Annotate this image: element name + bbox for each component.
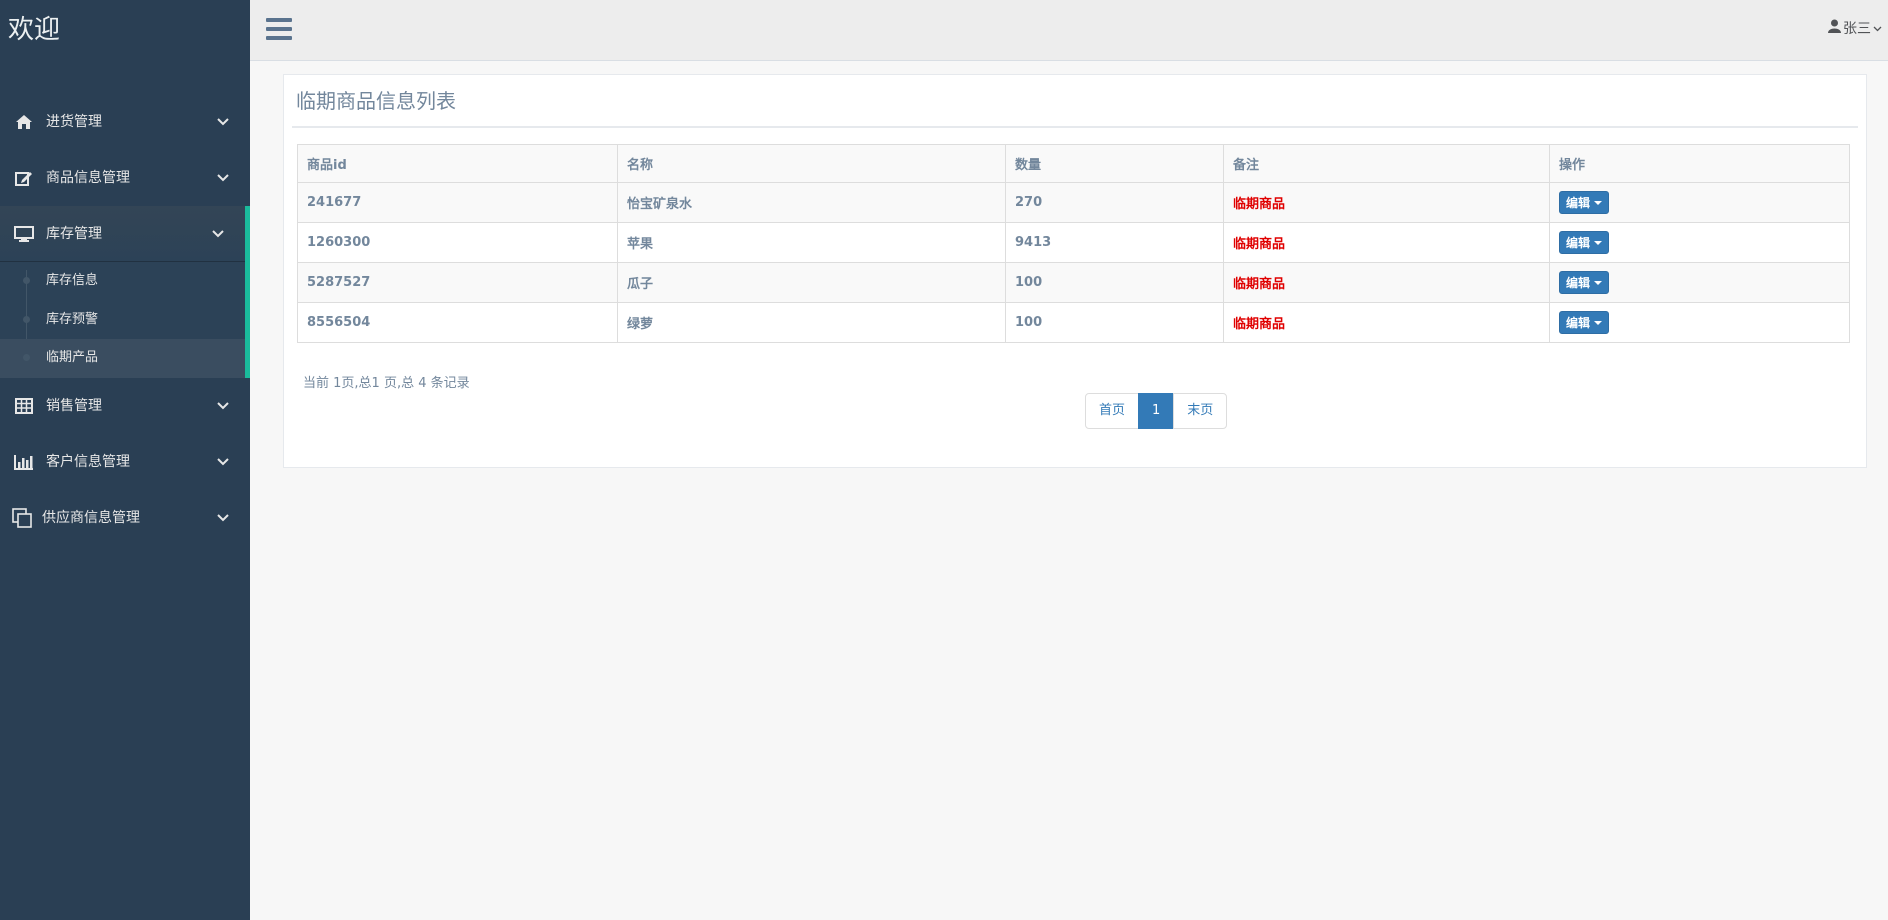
cell-id: 1260300 — [297, 222, 618, 263]
cell-note: 临期商品 — [1223, 182, 1550, 223]
sidebar-item-label: 商品信息管理 — [46, 170, 130, 186]
caret-down-icon — [1594, 280, 1603, 285]
bar-chart-icon — [12, 434, 36, 490]
edit-dropdown-button[interactable]: 编辑 — [1559, 191, 1610, 214]
submenu-item-inventory-info[interactable]: 库存信息 — [0, 262, 245, 301]
column-header-quantity: 数量 — [1005, 144, 1224, 183]
cell-quantity: 270 — [1005, 182, 1224, 223]
chevron-down-icon — [216, 94, 230, 150]
menu-toggle-icon[interactable] — [266, 16, 292, 42]
chevron-down-icon — [211, 206, 225, 262]
table-header-row: 商品id 名称 数量 备注 操作 — [297, 144, 1850, 183]
cell-action: 编辑 — [1549, 302, 1850, 343]
bullet-dot-icon — [23, 354, 30, 362]
table-row: 5287527 瓜子 100 临期商品 编辑 — [297, 262, 1850, 303]
edit-dropdown-button[interactable]: 编辑 — [1559, 231, 1610, 254]
bullet-dot-icon — [23, 277, 30, 284]
sidebar: 欢迎 进货管理 商品信息管理 库存管理 库存信息 库存预警 临期产品 销售管理 … — [0, 0, 250, 920]
page-title: 临期商品信息列表 — [296, 89, 456, 113]
chevron-down-icon — [216, 434, 230, 490]
submenu-item-inventory-warning[interactable]: 库存预警 — [0, 301, 245, 340]
user-icon — [1828, 19, 1841, 37]
sidebar-menu: 进货管理 商品信息管理 库存管理 库存信息 库存预警 临期产品 销售管理 客户信… — [0, 94, 250, 546]
sidebar-item-suppliers[interactable]: 供应商信息管理 — [0, 490, 250, 546]
table-row: 241677 怡宝矿泉水 270 临期商品 编辑 — [297, 182, 1850, 223]
column-header-name: 名称 — [617, 144, 1006, 183]
sidebar-item-sales[interactable]: 销售管理 — [0, 378, 250, 434]
edit-dropdown-button[interactable]: 编辑 — [1559, 271, 1610, 294]
column-header-id: 商品id — [297, 144, 618, 183]
cell-id: 5287527 — [297, 262, 618, 303]
edit-button-label: 编辑 — [1566, 196, 1591, 210]
sidebar-item-label: 客户信息管理 — [46, 454, 130, 470]
edit-button-label: 编辑 — [1566, 236, 1591, 250]
cell-note: 临期商品 — [1223, 302, 1550, 343]
edit-icon — [12, 150, 36, 206]
caret-down-icon — [1594, 240, 1603, 245]
cell-action: 编辑 — [1549, 182, 1850, 223]
brand-title: 欢迎 — [8, 15, 61, 45]
table-row: 8556504 绿萝 100 临期商品 编辑 — [297, 302, 1850, 343]
title-divider — [292, 126, 1858, 128]
sidebar-item-label: 销售管理 — [46, 398, 102, 414]
chevron-down-icon — [1873, 20, 1882, 36]
cell-name: 绿萝 — [617, 302, 1006, 343]
column-header-note: 备注 — [1223, 144, 1550, 183]
submenu-item-label: 库存预警 — [46, 311, 99, 327]
sidebar-item-purchase[interactable]: 进货管理 — [0, 94, 250, 150]
edit-dropdown-button[interactable]: 编辑 — [1559, 311, 1610, 334]
clone-icon — [10, 490, 34, 546]
sidebar-item-product-info[interactable]: 商品信息管理 — [0, 150, 250, 206]
table-icon — [12, 378, 36, 434]
cell-name: 怡宝矿泉水 — [617, 182, 1006, 223]
cell-quantity: 9413 — [1005, 222, 1224, 263]
submenu-item-expiring-products[interactable]: 临期产品 — [0, 339, 245, 378]
table-row: 1260300 苹果 9413 临期商品 编辑 — [297, 222, 1850, 263]
sidebar-item-customers[interactable]: 客户信息管理 — [0, 434, 250, 490]
caret-down-icon — [1594, 200, 1603, 205]
page-1-button[interactable]: 1 — [1138, 393, 1175, 429]
cell-note: 临期商品 — [1223, 262, 1550, 303]
pagination-info: 当前 1页,总1 页,总 4 条记录 — [303, 376, 470, 391]
edit-button-label: 编辑 — [1566, 276, 1591, 290]
inventory-submenu: 库存信息 库存预警 临期产品 — [0, 262, 250, 378]
submenu-item-label: 临期产品 — [46, 350, 99, 366]
caret-down-icon — [1594, 320, 1603, 325]
content-panel: 临期商品信息列表 商品id 名称 数量 备注 操作 241677 怡宝矿泉水 2… — [283, 74, 1867, 468]
cell-quantity: 100 — [1005, 302, 1224, 343]
cell-name: 苹果 — [617, 222, 1006, 263]
sidebar-item-label: 供应商信息管理 — [42, 510, 140, 526]
edit-button-label: 编辑 — [1566, 316, 1591, 330]
top-navbar: 张三 — [250, 0, 1888, 61]
cell-action: 编辑 — [1549, 262, 1850, 303]
chevron-down-icon — [216, 378, 230, 434]
chevron-down-icon — [216, 150, 230, 206]
home-icon — [12, 94, 36, 150]
pagination: 首页 1 末页 — [1085, 393, 1228, 429]
chevron-down-icon — [216, 490, 230, 546]
column-header-action: 操作 — [1549, 144, 1850, 183]
bullet-dot-icon — [23, 315, 30, 323]
sidebar-item-label: 进货管理 — [46, 114, 102, 130]
expiring-products-table: 商品id 名称 数量 备注 操作 241677 怡宝矿泉水 270 临期商品 编… — [297, 144, 1850, 343]
last-page-button[interactable]: 末页 — [1173, 393, 1228, 429]
submenu-item-label: 库存信息 — [46, 273, 99, 288]
sidebar-item-inventory[interactable]: 库存管理 — [0, 206, 250, 262]
desktop-icon — [12, 206, 36, 262]
user-menu[interactable]: 张三 — [1828, 18, 1882, 38]
cell-note: 临期商品 — [1223, 222, 1550, 263]
sidebar-item-label: 库存管理 — [46, 226, 102, 242]
cell-id: 8556504 — [297, 302, 618, 343]
cell-action: 编辑 — [1549, 222, 1850, 263]
first-page-button[interactable]: 首页 — [1085, 393, 1140, 429]
cell-id: 241677 — [297, 182, 618, 223]
user-name: 张三 — [1843, 21, 1871, 37]
cell-name: 瓜子 — [617, 262, 1006, 303]
cell-quantity: 100 — [1005, 262, 1224, 303]
